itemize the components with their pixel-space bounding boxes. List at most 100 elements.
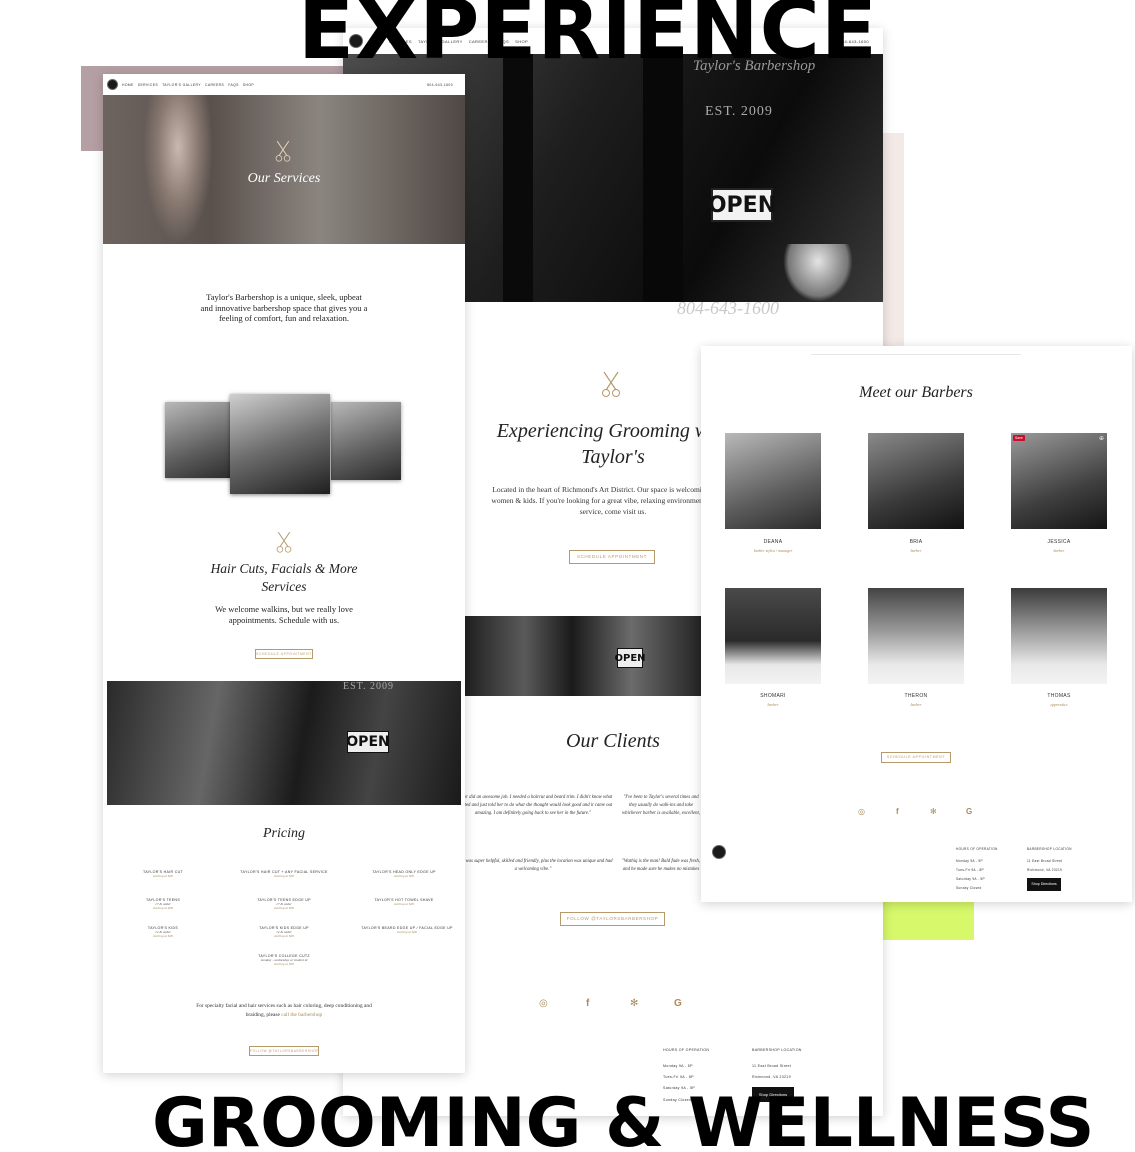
headline-top: EXPERIENCE: [298, 0, 878, 78]
left-section-text: We welcome walkins, but we really love a…: [215, 604, 353, 625]
barber-name-thomas: THOMAS: [1047, 693, 1071, 699]
shop-interior-photo: EST. 2009 OPEN: [107, 681, 461, 805]
google-icon[interactable]: G: [674, 998, 682, 1009]
nav-home[interactable]: HOME: [122, 83, 134, 87]
left-schedule-button[interactable]: SCHEDULE APPOINTMENT: [255, 649, 313, 659]
price-item: TAYLOR'S HAIR CUT starting at $00: [143, 870, 183, 878]
middle-address-0: 11 East Broad Street: [752, 1064, 792, 1068]
right-directions-button[interactable]: Shop Directions: [1027, 878, 1061, 891]
barber-photo-shomari[interactable]: [725, 588, 821, 684]
collage-photo-2: [230, 394, 330, 494]
services-hero-photo: Our Services: [103, 95, 465, 244]
nav-services[interactable]: SERVICES: [138, 83, 158, 87]
price-item: TAYLOR'S TEENS EDGE UP 17 & under starting…: [257, 898, 311, 910]
logo-icon[interactable]: [107, 79, 118, 90]
left-follow-button[interactable]: FOLLOW @TAYLORSBARBERSHOP: [249, 1046, 319, 1056]
price-item: TAYLOR'S KIDS 12 & under starting at $00: [147, 926, 179, 938]
barber-name-jessica: JESSICA: [1047, 539, 1071, 545]
barber-photo-bria[interactable]: [868, 433, 964, 529]
left-page-mockup: HOME SERVICES TAYLOR'S GALLERY CAREERS F…: [103, 74, 465, 1073]
right-hours-2: Saturday 9A - 5P: [956, 877, 985, 881]
middle-schedule-button[interactable]: SCHEDULE APPOINTMENT: [569, 550, 655, 564]
barber-photo-jessica[interactable]: Save ⊕: [1011, 433, 1107, 529]
yelp-icon[interactable]: ✻: [930, 807, 937, 816]
left-intro-text: Taylor's Barbershop is a unique, sleek, …: [200, 292, 368, 323]
scissors-icon: [602, 371, 620, 397]
price-item: TAYLOR'S HOT TOWEL SHAVE starting at $00: [374, 898, 434, 906]
nav-careers[interactable]: CAREERS: [205, 83, 224, 87]
barber-name-deana: DEANA: [763, 539, 783, 545]
footer-logo-icon[interactable]: [712, 845, 726, 859]
hero-phone-lettering: 804-643-1600: [677, 298, 779, 318]
testimonial-1: "Taylor did an awesome job. I needed a h…: [453, 795, 613, 816]
hero-est-text: EST. 2009: [705, 104, 773, 119]
testimonial-2: "I've been to Taylor's several times and…: [621, 795, 701, 816]
middle-follow-button[interactable]: FOLLOW @TAYLORSBARBERSHOP: [560, 912, 665, 926]
clients-title: Our Clients: [566, 730, 660, 752]
barber-collage: [165, 392, 403, 496]
collage-photo-3: [331, 402, 401, 480]
barbers-title: Meet our Barbers: [859, 384, 973, 401]
interior-est-text: EST. 2009: [343, 681, 395, 692]
middle-address-1: Richmond, VA 23219: [752, 1075, 791, 1079]
hero-open-sign: OPEN: [707, 188, 777, 222]
call-barbershop-link[interactable]: call the barbershop: [281, 1012, 322, 1018]
price-item: TAYLOR'S TEENS 17 & under starting at $00: [145, 898, 181, 910]
middle-hours-0: Monday 9A - 5P: [663, 1064, 693, 1068]
nav-shop[interactable]: SHOP: [243, 83, 254, 87]
pricing-title: Pricing: [263, 826, 305, 841]
facebook-icon[interactable]: f: [586, 998, 589, 1009]
barber-name-shomari: SHOMARI: [760, 693, 786, 699]
right-location-title: BARBERSHOP LOCATION: [1027, 847, 1072, 851]
price-item: TAYLOR'S HEAD ONLY EDGE UP starting at $0…: [372, 870, 436, 878]
barbershop-photo-strip: OPEN: [465, 616, 703, 696]
barber-name-bria: BRIA: [909, 539, 923, 545]
middle-hours-1: Tues-Fri 9A - 8P: [663, 1075, 694, 1079]
services-hero-title: Our Services: [247, 171, 321, 186]
barber-role-theron: barber: [910, 702, 922, 707]
barber-name-theron: THERON: [904, 693, 928, 699]
price-item: TAYLOR'S KIDS EDGE UP 12 & under starting …: [259, 926, 309, 938]
barber-role-deana: barber stylist / manager: [753, 548, 793, 553]
specialty-services-note: For specialty facial and hair services s…: [196, 1003, 372, 1018]
strip-open-sign: OPEN: [614, 648, 646, 668]
facebook-icon[interactable]: f: [896, 807, 899, 816]
right-page-mockup: Meet our Barbers DEANA barber stylist / …: [701, 346, 1132, 902]
yelp-icon[interactable]: ✻: [630, 998, 638, 1009]
nav-faqs[interactable]: FAQS: [228, 83, 239, 87]
price-item: TAYLOR'S COLLEGE CUTZ monday - wednesday …: [258, 954, 310, 966]
price-item: TAYLOR'S BEARD EDGE UP / FACIAL EDGE UP s…: [361, 926, 453, 934]
barber-role-bria: barber: [910, 548, 922, 553]
middle-location-title: BARBERSHOP LOCATION: [752, 1048, 802, 1052]
instagram-icon[interactable]: ◎: [858, 807, 865, 816]
testimonial-4: "Wathiq is the man! Bald fade was fresh,…: [621, 859, 701, 872]
hero-scissors-icon: [275, 140, 291, 162]
left-section-title: Hair Cuts, Facials & More Services: [210, 561, 358, 594]
instagram-icon[interactable]: ◎: [539, 998, 548, 1009]
right-address-1: Richmond, VA 23219: [1027, 868, 1063, 872]
price-item: TAYLOR'S HAIR CUT + ANY FACIAL SERVICE st…: [240, 870, 328, 878]
barber-role-jessica: barber: [1053, 548, 1065, 553]
barber-photo-deana[interactable]: [725, 433, 821, 529]
right-schedule-button[interactable]: SCHEDULE APPOINTMENT: [881, 752, 951, 763]
barber-photo-theron[interactable]: [868, 588, 964, 684]
collage-photo-1: [165, 402, 235, 478]
expand-icon[interactable]: ⊕: [1099, 435, 1104, 442]
nav-gallery[interactable]: TAYLOR'S GALLERY: [162, 83, 201, 87]
middle-hours-title: HOURS OF OPERATION: [663, 1048, 710, 1052]
right-address-0: 11 East Broad Street: [1027, 859, 1063, 863]
interior-open-sign: OPEN: [346, 731, 390, 753]
scissors-icon: [276, 531, 292, 553]
right-hours-3: Sunday Closed: [956, 886, 982, 890]
nav-phone[interactable]: 804-643-1600: [427, 83, 453, 87]
barber-photo-thomas[interactable]: [1011, 588, 1107, 684]
barber-role-shomari: barber: [767, 702, 779, 707]
pinterest-save-button[interactable]: Save: [1013, 435, 1025, 441]
headline-bottom: GROOMING & WELLNESS: [152, 1084, 1095, 1152]
google-icon[interactable]: G: [966, 807, 972, 816]
right-hours-title: HOURS OF OPERATION: [956, 847, 998, 851]
testimonial-3: "Staff was super helpful, skilled and fr…: [453, 859, 613, 872]
strip-open-text: OPEN: [614, 652, 646, 664]
right-hours-0: Monday 9A - 5P: [956, 859, 983, 863]
hero-open-text: OPEN: [707, 192, 777, 218]
